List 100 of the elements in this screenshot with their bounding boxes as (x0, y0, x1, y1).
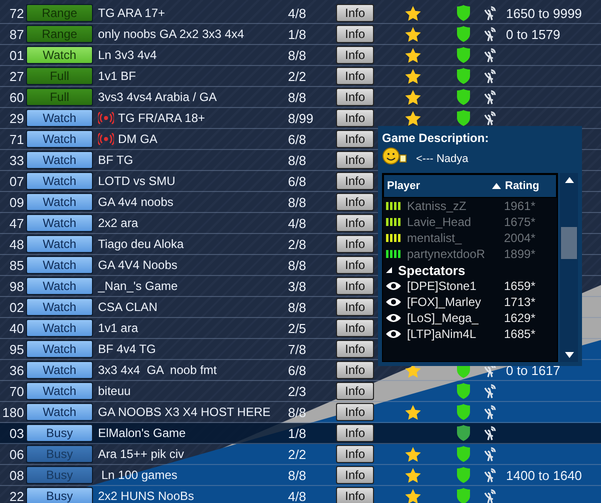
scrollbar[interactable] (560, 173, 578, 362)
game-row[interactable]: 60 Full 3vs3 4vs4 Arabia / GA 8/8 Info (0, 87, 601, 108)
game-number: 09 (8, 194, 24, 210)
game-row[interactable]: 27 Full 1v1 BF 2/2 Info (0, 66, 601, 87)
game-name: Ln 3v3 4v4 (98, 48, 157, 62)
status-button[interactable]: Watch (26, 256, 93, 274)
info-button[interactable]: Info (336, 445, 374, 463)
player-count: 6/8 (288, 174, 308, 188)
game-number: 60 (8, 90, 24, 104)
status-button[interactable]: Watch (26, 151, 93, 169)
satellite-dish-icon (482, 68, 496, 84)
status-button[interactable]: Busy (26, 487, 93, 503)
status-button[interactable]: Watch (26, 277, 93, 295)
player-count: 8/8 (288, 404, 308, 420)
player-count: 1/8 (288, 426, 308, 440)
info-button[interactable]: Info (336, 109, 374, 127)
game-row[interactable]: 08 Busy Ln 100 games 8/8 Info 1400 to 1640 (0, 465, 601, 486)
scroll-up-icon[interactable] (564, 177, 574, 183)
eye-icon (386, 297, 401, 307)
player-name: Lavie_Head (407, 215, 472, 229)
game-row[interactable]: 72 Range TG ARA 17+ 4/8 Info 1650 to 9999 (0, 3, 601, 24)
column-header[interactable]: Rating (505, 180, 553, 192)
status-button[interactable]: Watch (26, 130, 93, 148)
smiley-icon (382, 147, 408, 165)
spectator-rating: 1685* (504, 327, 536, 341)
game-number: 33 (8, 152, 24, 168)
player-name: Katniss_zZ (407, 199, 468, 213)
game-number: 48 (8, 236, 24, 252)
player-count: 8/8 (288, 152, 308, 168)
game-number: 08 (8, 468, 24, 482)
spectator-rating: 1713* (504, 295, 536, 309)
player-count: 6/8 (288, 362, 308, 378)
eye-icon (386, 329, 401, 339)
status-button[interactable]: Watch (26, 403, 93, 421)
player-count: 1/8 (288, 26, 308, 42)
status-button[interactable]: Watch (26, 319, 93, 337)
game-name: Ara 15++ pik civ (98, 447, 184, 461)
player-count: 2/5 (288, 320, 308, 336)
status-button[interactable]: Watch (26, 172, 93, 190)
info-button[interactable]: Info (336, 172, 374, 190)
info-button[interactable]: Info (336, 277, 374, 295)
info-button[interactable]: Info (336, 130, 374, 148)
game-number: 47 (8, 216, 24, 230)
info-button[interactable]: Info (336, 4, 374, 22)
info-button[interactable]: Info (336, 67, 374, 85)
info-button[interactable]: Info (336, 25, 374, 43)
status-button[interactable]: Watch (26, 109, 93, 127)
player-count: 2/3 (288, 384, 308, 398)
info-button[interactable]: Info (336, 46, 374, 64)
status-button[interactable]: Watch (26, 193, 93, 211)
info-button[interactable]: Info (336, 235, 374, 253)
spectator-rating: 1659* (504, 279, 536, 293)
info-button[interactable]: Info (336, 319, 374, 337)
game-row[interactable]: 06 Busy Ara 15++ pik civ 2/2 Info (0, 444, 601, 465)
game-description: <--- Nadya (416, 153, 468, 165)
info-button[interactable]: Info (336, 256, 374, 274)
status-button[interactable]: Watch (26, 382, 93, 400)
game-row[interactable]: 03 Busy ElMalon's Game 1/8 Info (0, 423, 601, 444)
status-button[interactable]: Watch (26, 340, 93, 358)
game-name: GA 4v4 noobs (98, 195, 174, 209)
game-name: GA 4V4 Noobs (98, 258, 178, 272)
game-name: TG FR/ARA 18+ (118, 111, 206, 125)
status-button[interactable]: Watch (26, 298, 93, 316)
status-button[interactable]: Watch (26, 235, 93, 253)
game-name: LOTD vs SMU (98, 174, 176, 188)
info-button[interactable]: Info (336, 487, 374, 503)
status-button[interactable]: Watch (26, 361, 93, 379)
info-button[interactable]: Info (336, 298, 374, 316)
game-number: 70 (8, 384, 24, 398)
game-number: 40 (8, 320, 24, 336)
popup-title: Game Description: (382, 131, 490, 145)
info-button[interactable]: Info (336, 151, 374, 169)
info-button[interactable]: Info (336, 193, 374, 211)
info-button[interactable]: Info (336, 361, 374, 379)
info-button[interactable]: Info (336, 340, 374, 358)
status-button[interactable]: Watch (26, 46, 93, 64)
game-row[interactable]: 87 Range only noobs GA 2x2 3x3 4x4 1/8 Info 0 to 1579 (0, 24, 601, 45)
spectators-heading[interactable]: Spectators (398, 262, 466, 278)
info-button[interactable]: Info (336, 424, 374, 442)
status-button[interactable]: Busy (26, 424, 93, 442)
game-row[interactable]: 70 Watch biteuu 2/3 Info (0, 381, 601, 402)
scroll-down-icon[interactable] (564, 352, 574, 358)
info-button[interactable]: Info (336, 382, 374, 400)
info-button[interactable]: Info (336, 466, 374, 484)
player-count: 8/8 (288, 300, 308, 314)
info-button[interactable]: Info (336, 214, 374, 232)
game-row[interactable]: 01 Watch Ln 3v3 4v4 8/8 Info (0, 45, 601, 66)
info-button[interactable]: Info (336, 403, 374, 421)
satellite-dish-icon (482, 48, 496, 62)
satellite-dish-icon (482, 110, 496, 126)
status-button[interactable]: Watch (26, 214, 93, 232)
scroll-thumb[interactable] (561, 226, 577, 258)
game-name: BF TG (98, 153, 134, 167)
game-number: 36 (8, 362, 24, 378)
eye-icon (386, 313, 401, 323)
info-button[interactable]: Info (336, 88, 374, 106)
game-name: GA NOOBS X3 X4 HOST HERE (98, 405, 270, 419)
column-header[interactable]: Player (387, 180, 492, 192)
player-count: 2/8 (288, 236, 308, 252)
game-row[interactable]: 22 Busy 2x2 HUNS NooBs 4/8 Info (0, 486, 601, 503)
